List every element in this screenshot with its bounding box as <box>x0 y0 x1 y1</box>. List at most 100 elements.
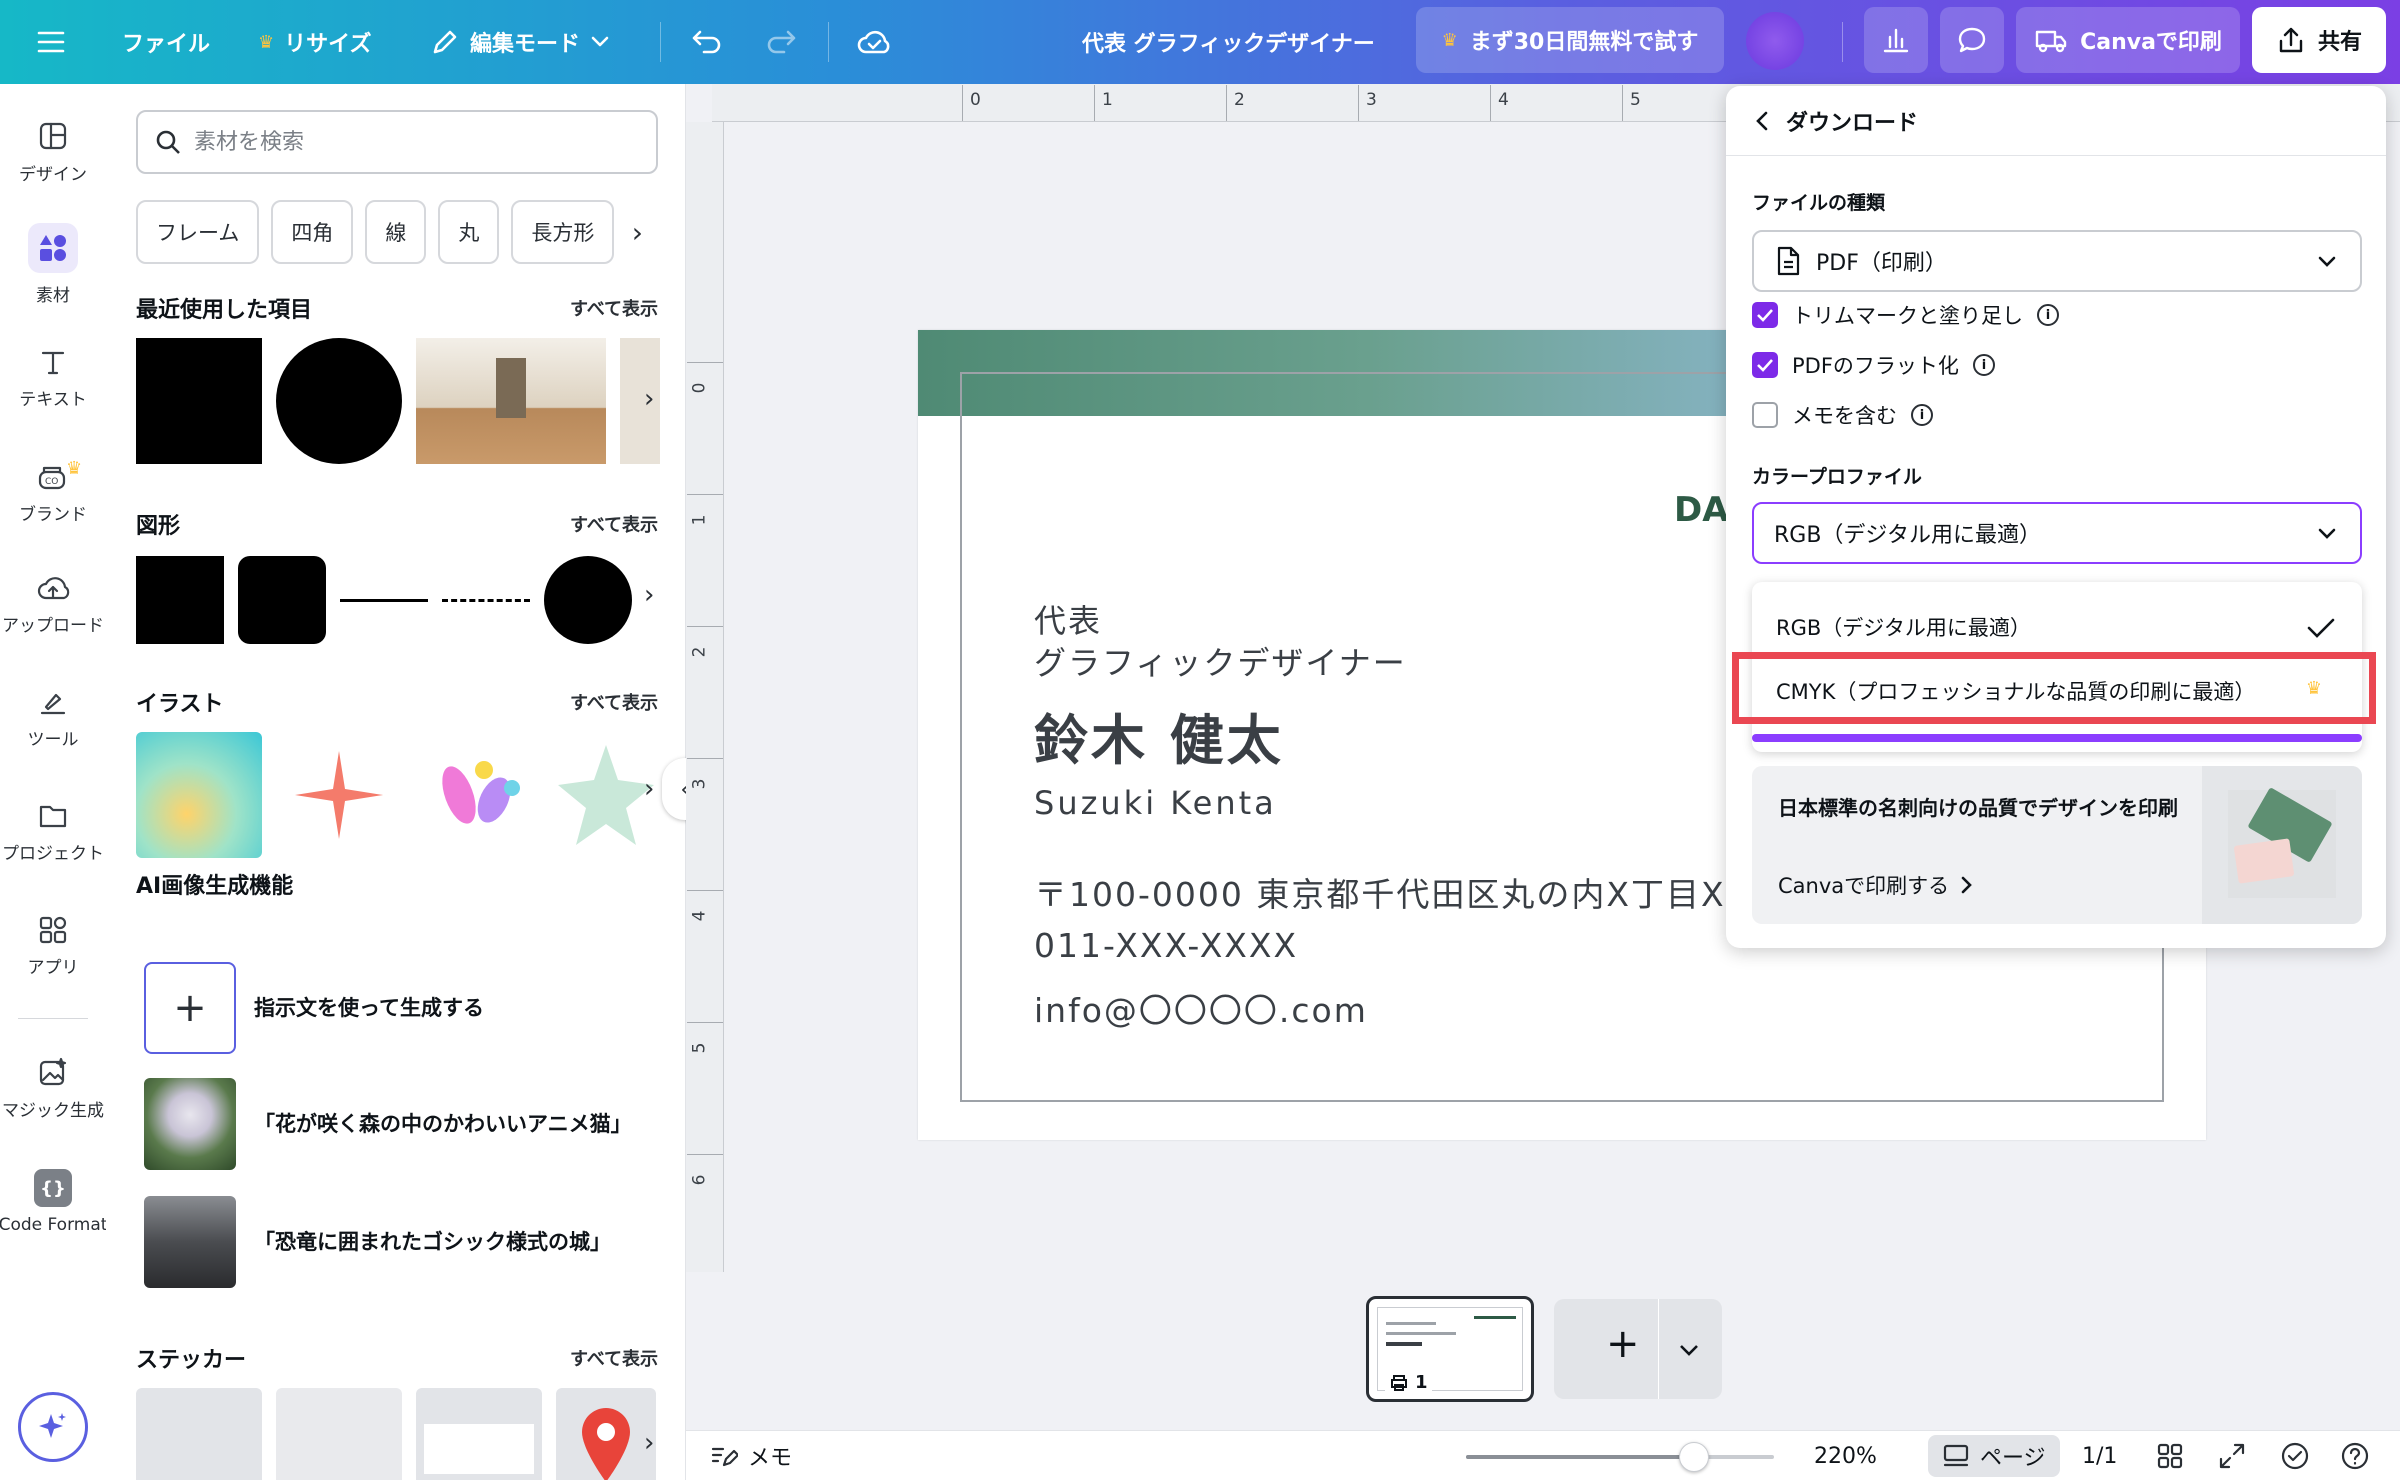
stickers-next-icon[interactable]: › <box>644 1428 664 1458</box>
rail-code-format[interactable]: {} Code Format <box>0 1152 107 1252</box>
zoom-slider[interactable] <box>1466 1442 1774 1472</box>
color-profile-select[interactable]: RGB（デジタル用に最適） <box>1752 502 2362 564</box>
ai-generate-prompt[interactable]: + 指示文を使って生成する <box>144 962 484 1054</box>
redo-button[interactable] <box>764 0 798 84</box>
print-with-canva-button[interactable]: Canvaで印刷 <box>2016 7 2240 73</box>
chip-line[interactable]: 線 <box>365 200 427 264</box>
page-view-button[interactable]: ページ <box>1928 1435 2060 1477</box>
illust-squiggles[interactable] <box>416 732 542 858</box>
illust-next-icon[interactable]: › <box>644 774 664 804</box>
recent-square[interactable] <box>136 338 262 464</box>
shape-circle[interactable] <box>544 556 632 644</box>
card-phone[interactable]: 011-XXX-XXXX <box>1034 926 1298 965</box>
chips-next-icon[interactable]: › <box>626 200 648 264</box>
chip-circle[interactable]: 丸 <box>438 200 500 264</box>
rail-brand[interactable]: CO ♛ ブランド <box>0 442 106 542</box>
sticker-map-pin[interactable] <box>556 1388 656 1480</box>
illust-see-all[interactable]: すべて表示 <box>570 689 658 715</box>
chip-frame[interactable]: フレーム <box>136 200 260 264</box>
page-thumbnail[interactable]: 1 <box>1366 1296 1534 1402</box>
map-pin-icon <box>582 1408 630 1480</box>
rail-design[interactable]: デザイン <box>0 102 106 202</box>
card-name-roman[interactable]: Suzuki Kenta <box>1034 784 1277 822</box>
download-button-edge[interactable] <box>1752 734 2362 742</box>
illust-star[interactable] <box>556 732 656 858</box>
card-logo-text[interactable]: DA <box>1674 490 1729 530</box>
comments-button[interactable] <box>1940 7 2004 73</box>
check-button[interactable] <box>2280 1431 2310 1480</box>
shape-square[interactable] <box>136 556 224 644</box>
illust-sparkle[interactable] <box>276 732 402 858</box>
chip-square[interactable]: 四角 <box>271 200 354 264</box>
option-flatten-pdf[interactable]: PDFのフラット化 i <box>1752 350 1995 380</box>
shape-line[interactable] <box>340 598 428 602</box>
shape-rounded-square[interactable] <box>238 556 326 644</box>
file-menu[interactable]: ファイル <box>122 0 210 84</box>
info-icon[interactable]: i <box>2037 304 2059 326</box>
rail-magic-generate[interactable]: マジック生成 <box>0 1038 106 1138</box>
magic-assistant-button[interactable] <box>18 1392 88 1462</box>
option-trim-marks[interactable]: トリムマークと塗り足し i <box>1752 300 2059 330</box>
rail-projects[interactable]: プロジェクト <box>0 782 106 882</box>
option-rgb[interactable]: RGB（デジタル用に最適） <box>1752 596 2362 658</box>
rail-upload[interactable]: アップロード <box>0 554 106 654</box>
fullscreen-button[interactable] <box>2218 1431 2246 1480</box>
add-page-button[interactable]: + <box>1554 1299 1722 1399</box>
rail-apps[interactable]: アプリ <box>0 896 106 996</box>
search-input[interactable] <box>194 129 634 155</box>
option-include-notes[interactable]: メモを含む i <box>1752 400 1933 430</box>
zoom-slider-handle[interactable] <box>1678 1442 1709 1472</box>
menu-button[interactable] <box>36 0 66 84</box>
info-icon[interactable]: i <box>1911 404 1933 426</box>
recent-see-all[interactable]: すべて表示 <box>570 295 658 321</box>
notes-button[interactable]: メモ <box>710 1431 792 1480</box>
search-box[interactable] <box>136 110 658 174</box>
page-count[interactable]: 1/1 <box>2082 1431 2117 1480</box>
stickers-see-all[interactable]: すべて表示 <box>570 1345 658 1371</box>
rail-tools[interactable]: ツール <box>0 668 106 768</box>
recent-circle[interactable] <box>276 338 402 464</box>
illust-gradient-blob[interactable] <box>136 732 262 858</box>
edit-mode-button[interactable]: 編集モード <box>430 0 610 84</box>
rail-text[interactable]: テキスト <box>0 328 106 428</box>
shape-dashed-line[interactable] <box>442 598 530 602</box>
cloud-save-status[interactable] <box>856 0 892 84</box>
svg-text:CO: CO <box>45 477 58 487</box>
checkbox-notes[interactable] <box>1752 402 1778 428</box>
card-email[interactable]: info@〇〇〇〇.com <box>1034 984 1368 1032</box>
recent-room-photo[interactable] <box>416 338 606 464</box>
checkbox-flatten[interactable] <box>1752 352 1778 378</box>
chevron-down-icon[interactable] <box>1678 1343 1700 1357</box>
sticker-1[interactable] <box>136 1388 262 1480</box>
shapes-see-all[interactable]: すべて表示 <box>570 511 658 537</box>
checkbox-trim[interactable] <box>1752 302 1778 328</box>
shapes-next-icon[interactable]: › <box>644 580 664 610</box>
resize-button[interactable]: ♛ リサイズ <box>258 0 371 84</box>
rail-elements[interactable]: 素材 <box>0 214 106 314</box>
crown-icon: ♛ <box>66 458 83 479</box>
zoom-level[interactable]: 220% <box>1814 1431 1877 1480</box>
card-title-line1[interactable]: 代表 <box>1034 596 1102 642</box>
ai-example-castle[interactable]: 「恐竜に囲まれたゴシック様式の城」 <box>144 1196 611 1288</box>
sticker-3[interactable] <box>416 1388 542 1480</box>
print-with-canva-link[interactable]: Canvaで印刷する <box>1778 870 1973 900</box>
card-name[interactable]: 鈴木 健太 <box>1034 696 1284 775</box>
info-icon[interactable]: i <box>1972 354 1995 376</box>
insights-button[interactable] <box>1864 7 1928 73</box>
free-trial-button[interactable]: ♛ まず30日間無料で試す <box>1416 7 1724 73</box>
card-address[interactable]: 〒100-0000 東京都千代田区丸の内X丁目XX- <box>1034 868 1762 916</box>
document-title[interactable]: 代表 グラフィックデザイナー <box>1082 0 1375 84</box>
file-type-select[interactable]: PDF（印刷） <box>1752 230 2362 292</box>
ai-example-cat[interactable]: 「花が咲く森の中のかわいいアニメ猫」 <box>144 1078 634 1170</box>
undo-button[interactable] <box>690 0 724 84</box>
card-title-line2[interactable]: グラフィックデザイナー <box>1034 638 1407 684</box>
avatar[interactable] <box>1746 12 1804 70</box>
chip-rectangle[interactable]: 長方形 <box>511 200 615 264</box>
help-button[interactable] <box>2340 1431 2370 1480</box>
recent-next-icon[interactable]: › <box>644 384 664 414</box>
print-promo-card[interactable]: 日本標準の名刺向けの品質でデザインを印刷 Canvaで印刷する <box>1752 766 2362 924</box>
grid-view-button[interactable] <box>2156 1431 2184 1480</box>
download-header[interactable]: ダウンロード <box>1726 86 2386 156</box>
share-button[interactable]: 共有 <box>2252 7 2386 73</box>
sticker-2[interactable] <box>276 1388 402 1480</box>
